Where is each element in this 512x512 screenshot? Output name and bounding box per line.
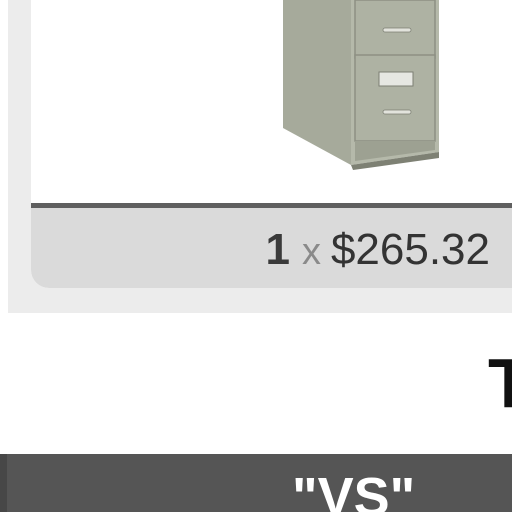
comparison-bar-label: "VS" xyxy=(292,467,416,512)
comparison-bar xyxy=(0,454,512,512)
filing-cabinet-icon xyxy=(283,0,439,170)
price-value: $265.32 xyxy=(330,225,490,274)
multiply-symbol: x xyxy=(301,231,321,273)
price-summary: 1 x $265.32 xyxy=(0,222,490,280)
section-heading: T xyxy=(488,344,512,422)
page: 1 x $265.32 T "VS" xyxy=(0,0,512,512)
quantity-value: 1 xyxy=(265,225,290,274)
